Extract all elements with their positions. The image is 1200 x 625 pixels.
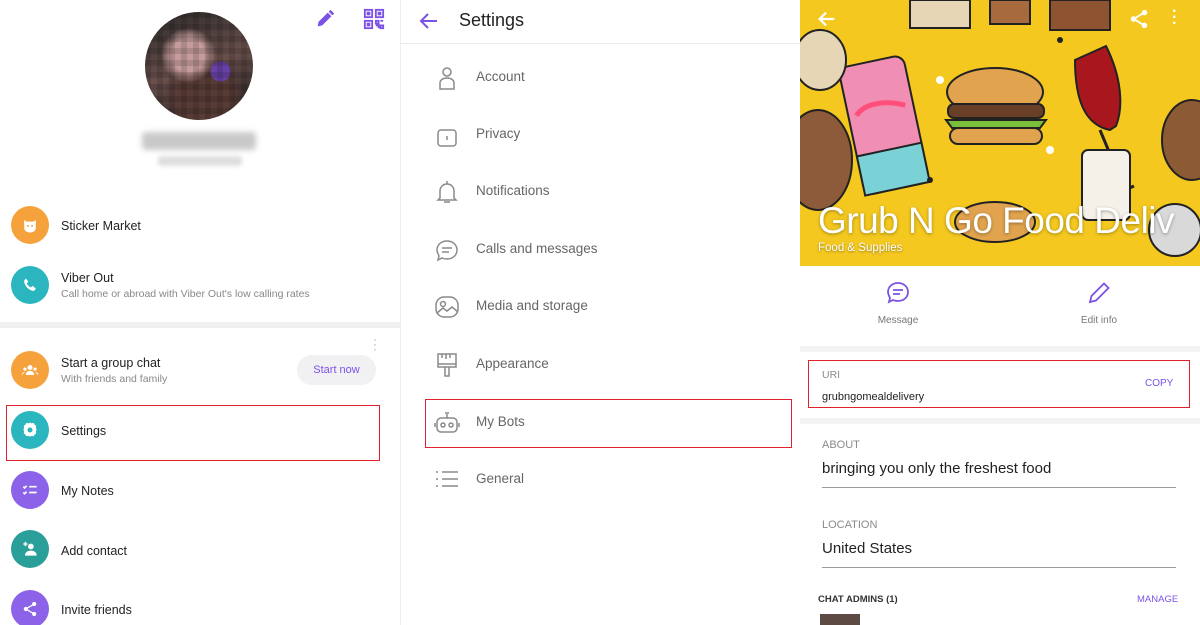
settings-item-appearance[interactable]: Appearance	[401, 339, 800, 389]
pencil-icon	[1088, 282, 1110, 304]
back-arrow-icon[interactable]	[417, 9, 441, 33]
public-account-info-screen: · · · Grub N Go Food Deliv Food & Supplies…	[800, 0, 1200, 625]
settings-item-label: Notifications	[476, 183, 550, 198]
menu-item-my-notes[interactable]: My Notes	[0, 463, 400, 519]
person-icon	[433, 64, 461, 92]
menu-item-add-contact[interactable]: Add contact	[0, 522, 400, 578]
page-title: Settings	[459, 10, 525, 30]
menu-item-invite-friends[interactable]: Invite friends	[0, 582, 400, 625]
profile-name-blurred	[142, 132, 256, 150]
start-now-button[interactable]: Start now	[297, 355, 376, 385]
add-person-icon	[11, 530, 49, 568]
more-screen: Sticker Market Viber Out Call home or ab…	[0, 0, 400, 625]
menu-item-viber-out[interactable]: Viber Out Call home or abroad with Viber…	[0, 258, 400, 314]
manage-button[interactable]: MANAGE	[1137, 594, 1178, 605]
menu-item-label: Add contact	[61, 544, 128, 558]
list-icon	[433, 466, 461, 494]
settings-item-label: Calls and messages	[476, 241, 598, 256]
settings-item-calls-messages[interactable]: Calls and messages	[401, 224, 800, 274]
settings-item-label: General	[476, 471, 525, 486]
group-icon	[11, 351, 49, 389]
profile-avatar[interactable]	[145, 12, 253, 120]
image-icon	[433, 293, 461, 321]
settings-item-notifications[interactable]: Notifications	[401, 166, 800, 216]
chat-admins-label: CHAT ADMINS (1)	[818, 594, 898, 605]
phone-icon	[11, 266, 49, 304]
more-options-icon[interactable]: · · ·	[1172, 4, 1182, 32]
about-label: ABOUT	[822, 439, 860, 451]
section-divider	[0, 322, 400, 328]
edit-info-button[interactable]: Edit info	[1039, 280, 1159, 326]
menu-item-label: Invite friends	[61, 603, 132, 617]
message-icon	[887, 282, 909, 304]
settings-item-general[interactable]: General	[401, 454, 800, 504]
menu-item-sticker-market[interactable]: Sticker Market	[0, 198, 400, 254]
edit-info-label: Edit info	[1080, 315, 1118, 326]
bell-icon	[433, 178, 461, 206]
settings-item-media-storage[interactable]: Media and storage	[401, 281, 800, 331]
location-value[interactable]: United States	[822, 540, 912, 557]
more-options-icon[interactable]: · · ·	[372, 335, 378, 356]
chat-bubble-icon	[433, 236, 461, 264]
location-label: LOCATION	[822, 519, 878, 531]
profile-number-blurred	[158, 156, 242, 166]
app-bar: Settings	[401, 0, 800, 44]
settings-screen: Settings Account Privacy Notifications C…	[400, 0, 800, 625]
menu-item-sublabel: With friends and family	[61, 373, 168, 385]
settings-item-privacy[interactable]: Privacy	[401, 109, 800, 159]
lock-icon	[433, 121, 461, 149]
highlight-box-my-bots	[425, 399, 792, 448]
sticker-icon	[11, 206, 49, 244]
settings-item-label: Appearance	[476, 356, 549, 371]
share-icon[interactable]	[1128, 8, 1150, 30]
settings-item-label: Account	[476, 69, 525, 84]
message-label: Message	[877, 315, 919, 326]
menu-item-label: Sticker Market	[61, 219, 141, 233]
paintbrush-icon	[433, 351, 461, 379]
about-underline	[822, 487, 1176, 488]
settings-item-account[interactable]: Account	[401, 52, 800, 102]
menu-item-label: My Notes	[61, 484, 114, 498]
pencil-icon[interactable]	[314, 8, 336, 30]
menu-item-label: Start a group chat	[61, 356, 161, 370]
location-underline	[822, 567, 1176, 568]
settings-item-label: Media and storage	[476, 298, 588, 313]
cover-image: · · · Grub N Go Food Deliv Food & Supplies	[800, 0, 1200, 266]
account-name: Grub N Go Food Deliv	[818, 200, 1175, 241]
back-arrow-icon[interactable]	[816, 8, 838, 30]
checklist-icon	[11, 471, 49, 509]
account-category: Food & Supplies	[818, 242, 903, 254]
qr-code-icon[interactable]	[363, 8, 385, 30]
highlight-box-uri	[808, 360, 1190, 408]
highlight-box-settings	[6, 405, 380, 461]
actions-bar: Message Edit info	[800, 266, 1200, 346]
menu-item-label: Viber Out	[61, 271, 114, 285]
admin-avatar[interactable]	[820, 614, 860, 625]
about-value[interactable]: bringing you only the freshest food	[822, 460, 1051, 477]
share-icon	[11, 590, 49, 625]
menu-item-sublabel: Call home or abroad with Viber Out's low…	[61, 288, 310, 300]
message-button[interactable]: Message	[838, 280, 958, 326]
settings-item-label: Privacy	[476, 126, 521, 141]
